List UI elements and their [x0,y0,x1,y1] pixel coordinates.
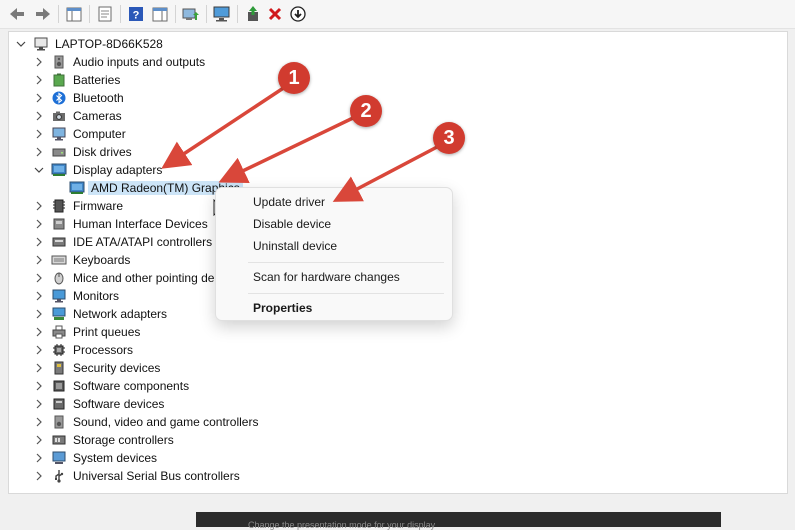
callout-arrow-1 [161,83,289,169]
callout-arrow-2 [218,116,354,184]
callout-arrow-3 [332,145,438,202]
callout-badge-2: 2 [350,95,382,127]
callout-badge-1: 1 [278,62,310,94]
annotation-arrows [161,83,438,202]
callout-badge-3: 3 [433,122,465,154]
